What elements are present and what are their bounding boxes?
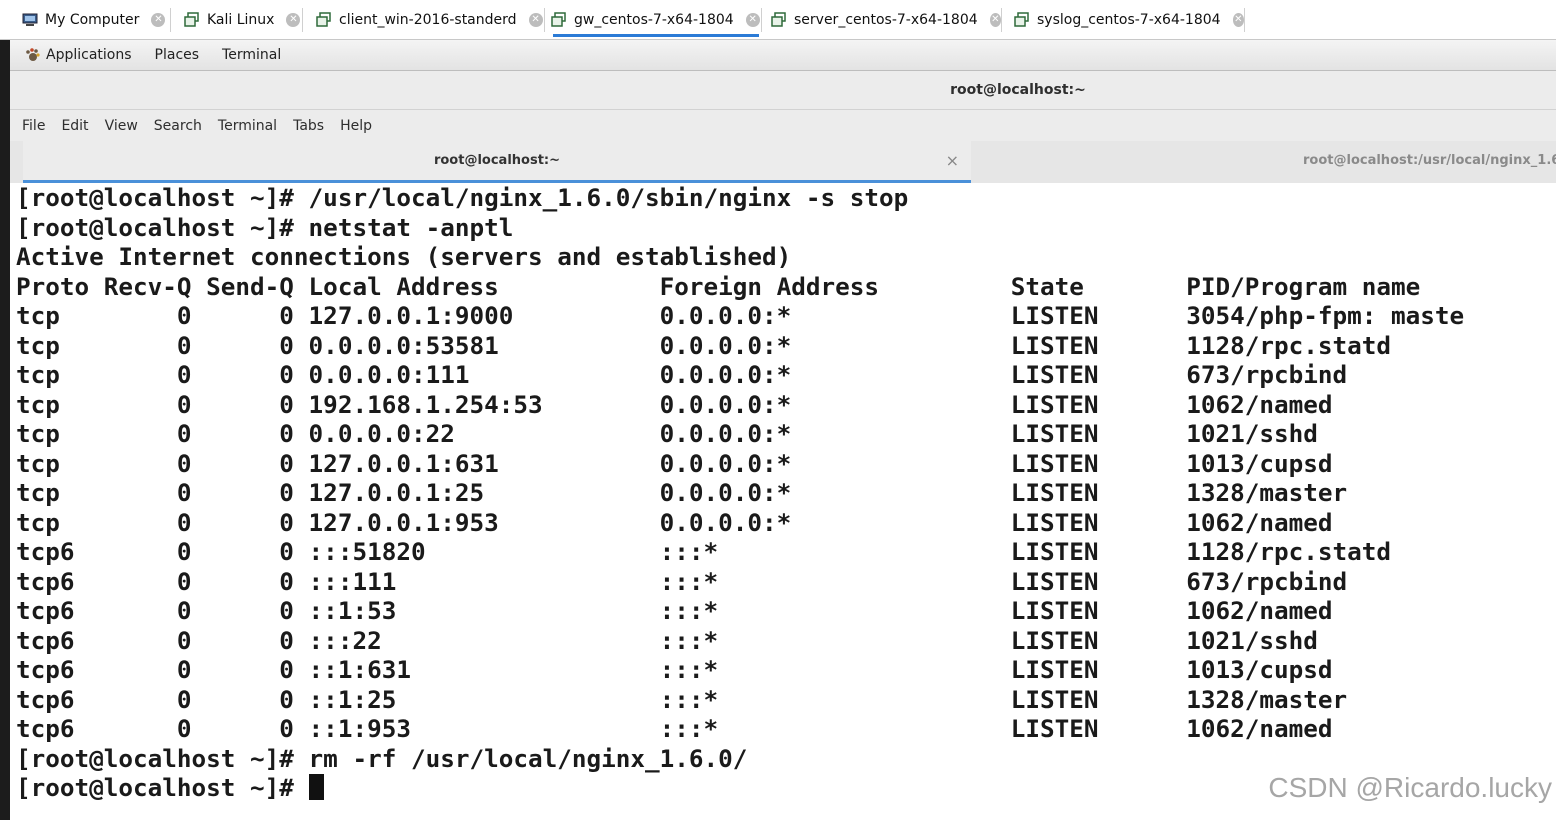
vm-side-border — [0, 40, 10, 820]
menu-search[interactable]: Search — [154, 118, 202, 134]
close-icon[interactable]: ✕ — [528, 13, 543, 27]
close-icon[interactable]: ✕ — [1232, 13, 1244, 27]
vm-tab-label: client_win-2016-standerd — [339, 12, 517, 28]
vm-icon — [316, 12, 332, 28]
terminal-tab-active[interactable]: root@localhost:~ × — [23, 141, 971, 183]
terminal-line: Active Internet connections (servers and… — [16, 242, 792, 271]
vm-tab-label: My Computer — [45, 12, 140, 28]
terminal-output[interactable]: [root@localhost ~]# /usr/local/nginx_1.6… — [10, 183, 1556, 820]
terminal-line: tcp 0 0 0.0.0.0:22 0.0.0.0:* LISTEN 1021… — [16, 419, 1318, 448]
vm-tab-kali-linux[interactable]: Kali Linux ✕ — [184, 0, 303, 40]
vm-icon — [771, 12, 787, 28]
vm-tab-label: syslog_centos-7-x64-1804 — [1037, 12, 1221, 28]
close-icon[interactable]: ✕ — [151, 13, 166, 27]
terminal-line: tcp 0 0 192.168.1.254:53 0.0.0.0:* LISTE… — [16, 390, 1333, 419]
terminal-line: tcp6 0 0 :::111 :::* LISTEN 673/rpcbind — [16, 567, 1348, 596]
menu-tabs[interactable]: Tabs — [293, 118, 324, 134]
terminal-line: [root@localhost ~]# netstat -anptl — [16, 213, 514, 242]
terminal-cursor — [308, 774, 324, 800]
terminal-line: tcp 0 0 0.0.0.0:111 0.0.0.0:* LISTEN 673… — [16, 360, 1348, 389]
terminal-line: tcp6 0 0 :::51820 :::* LISTEN 1128/rpc.s… — [16, 537, 1392, 566]
menu-places[interactable]: Places — [155, 47, 200, 63]
terminal-line: tcp 0 0 127.0.0.1:25 0.0.0.0:* LISTEN 13… — [16, 478, 1348, 507]
menu-terminal[interactable]: Terminal — [222, 47, 281, 63]
terminal-line: tcp6 0 0 ::1:25 :::* LISTEN 1328/master — [16, 685, 1348, 714]
vm-tab-server-centos[interactable]: server_centos-7-x64-1804 ✕ — [771, 0, 1002, 40]
computer-icon — [22, 12, 38, 28]
vm-tab-label: server_centos-7-x64-1804 — [794, 12, 978, 28]
vm-tab-label: gw_centos-7-x64-1804 — [574, 12, 734, 28]
gnome-top-bar: Applications Places Terminal — [10, 40, 1556, 71]
vm-icon — [184, 12, 200, 28]
menu-applications[interactable]: Applications — [46, 47, 132, 63]
gnome-foot-icon — [24, 47, 40, 63]
vm-tab-client-win[interactable]: client_win-2016-standerd ✕ — [316, 0, 545, 40]
window-title: root@localhost:~ — [950, 82, 1086, 98]
vm-tab-gw-centos[interactable]: gw_centos-7-x64-1804 ✕ — [551, 0, 762, 40]
terminal-tab-bar: root@localhost:~ × root@localhost:/usr/l… — [10, 141, 1556, 183]
vm-tab-my-computer[interactable]: My Computer ✕ — [22, 0, 171, 40]
menu-help[interactable]: Help — [340, 118, 372, 134]
vm-tab-label: Kali Linux — [207, 12, 275, 28]
terminal-line: [root@localhost ~]# /usr/local/nginx_1.6… — [16, 183, 909, 212]
terminal-line: tcp6 0 0 ::1:53 :::* LISTEN 1062/named — [16, 596, 1333, 625]
menu-view[interactable]: View — [105, 118, 138, 134]
close-icon[interactable]: × — [946, 151, 959, 170]
terminal-line: Proto Recv-Q Send-Q Local Address Foreig… — [16, 272, 1421, 301]
watermark: CSDN @Ricardo.lucky — [1268, 772, 1552, 803]
terminal-line: [root@localhost ~]# rm -rf /usr/local/ng… — [16, 744, 748, 773]
terminal-prompt: [root@localhost ~]# — [16, 773, 309, 802]
terminal-line: tcp6 0 0 ::1:631 :::* LISTEN 1013/cupsd — [16, 655, 1333, 684]
vm-tab-syslog-centos[interactable]: syslog_centos-7-x64-1804 ✕ — [1014, 0, 1245, 40]
terminal-line: tcp 0 0 127.0.0.1:631 0.0.0.0:* LISTEN 1… — [16, 449, 1333, 478]
terminal-line: tcp 0 0 127.0.0.1:9000 0.0.0.0:* LISTEN … — [16, 301, 1465, 330]
vm-icon — [1014, 12, 1030, 28]
window-title-bar: root@localhost:~ — [10, 71, 1556, 110]
terminal-tab-inactive[interactable]: root@localhost:/usr/local/nginx_1.6 — [971, 141, 1556, 183]
menu-edit[interactable]: Edit — [61, 118, 88, 134]
terminal-menubar: File Edit View Search Terminal Tabs Help — [10, 110, 1556, 141]
terminal-prompt-line: [root@localhost ~]# — [16, 773, 324, 803]
terminal-line: tcp6 0 0 ::1:953 :::* LISTEN 1062/named — [16, 714, 1333, 743]
terminal-line: tcp 0 0 127.0.0.1:953 0.0.0.0:* LISTEN 1… — [16, 508, 1333, 537]
terminal-line: tcp 0 0 0.0.0.0:53581 0.0.0.0:* LISTEN 1… — [16, 331, 1392, 360]
terminal-tab-label: root@localhost:/usr/local/nginx_1.6 — [1303, 153, 1556, 168]
terminal-line: tcp6 0 0 :::22 :::* LISTEN 1021/sshd — [16, 626, 1318, 655]
close-icon[interactable]: ✕ — [989, 13, 1001, 27]
menu-terminal-item[interactable]: Terminal — [218, 118, 277, 134]
close-icon[interactable]: ✕ — [745, 13, 760, 27]
vm-tab-bar: My Computer ✕ Kali Linux ✕ client_win-20… — [0, 0, 1556, 40]
close-icon[interactable]: ✕ — [286, 13, 301, 27]
vm-icon — [551, 12, 567, 28]
terminal-tab-label: root@localhost:~ — [433, 153, 561, 168]
menu-file[interactable]: File — [22, 118, 45, 134]
